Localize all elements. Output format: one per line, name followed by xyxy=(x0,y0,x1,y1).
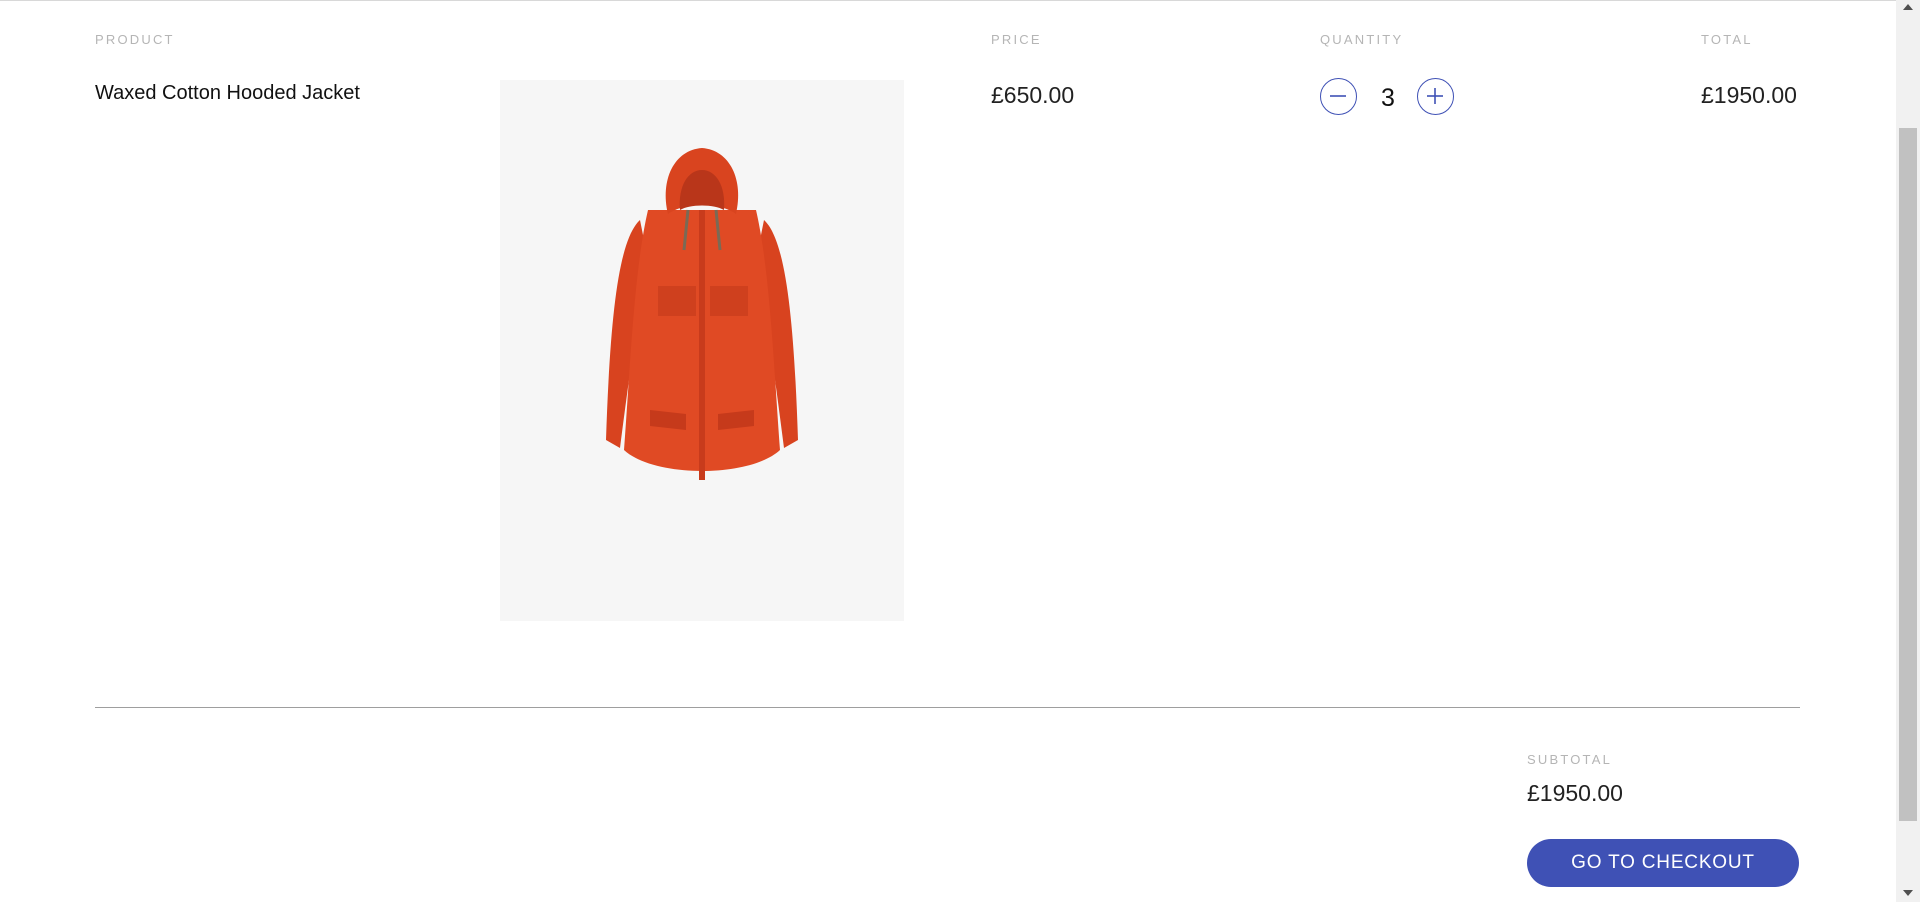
product-image[interactable] xyxy=(500,80,904,621)
minus-icon xyxy=(1330,95,1346,97)
plus-icon xyxy=(1427,88,1443,104)
header-quantity: QUANTITY xyxy=(1320,32,1404,47)
quantity-value: 3 xyxy=(1381,84,1395,112)
scrollbar-thumb[interactable] xyxy=(1899,128,1917,821)
summary-divider xyxy=(95,707,1800,708)
header-price: PRICE xyxy=(991,32,1042,47)
header-total: TOTAL xyxy=(1701,32,1753,47)
increase-quantity-button[interactable] xyxy=(1417,78,1454,115)
arrow-down-icon[interactable] xyxy=(1903,890,1913,896)
jacket-icon xyxy=(606,148,798,480)
decrease-quantity-button[interactable] xyxy=(1320,78,1357,115)
checkout-button[interactable]: GO TO CHECKOUT xyxy=(1527,839,1799,887)
product-name[interactable]: Waxed Cotton Hooded Jacket xyxy=(95,82,360,105)
item-total: £1950.00 xyxy=(1701,82,1797,108)
item-price: £650.00 xyxy=(991,82,1075,108)
header-product: PRODUCT xyxy=(95,32,175,47)
cart-page: PRODUCT PRICE QUANTITY TOTAL Waxed Cotto… xyxy=(0,0,1896,902)
subtotal-label: SUBTOTAL xyxy=(1527,752,1613,767)
subtotal-value: £1950.00 xyxy=(1527,780,1623,806)
arrow-up-icon[interactable] xyxy=(1903,4,1913,10)
vertical-scrollbar[interactable] xyxy=(1896,0,1920,902)
